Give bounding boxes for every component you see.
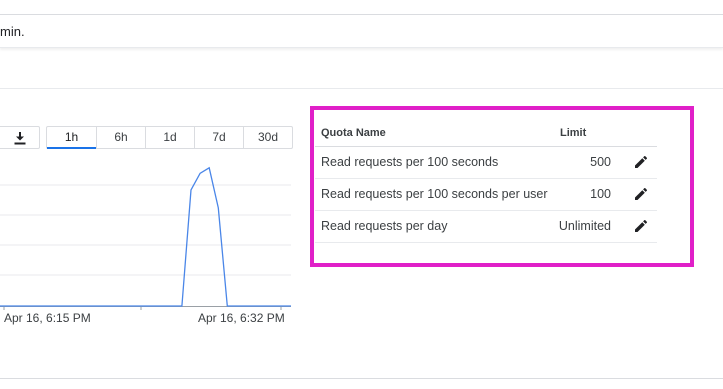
quota-table: Quota Name Limit Read requests per 100 s… [315,120,657,243]
quota-limit: 100 [590,187,611,201]
range-1d-button[interactable]: 1d [145,127,194,148]
pencil-icon[interactable] [633,218,649,234]
quota-name: Read requests per day [321,219,448,233]
range-6h-button[interactable]: 6h [96,127,145,148]
section-divider [0,88,723,89]
table-row: Read requests per 100 seconds per user 1… [315,179,657,211]
quota-table-header: Quota Name Limit [315,120,657,147]
usage-chart-plot [0,166,291,310]
table-row: Read requests per 100 seconds 500 [315,147,657,179]
notice-text: min. [0,24,25,39]
bottom-divider [0,378,723,379]
range-1h-button[interactable]: 1h [47,127,96,149]
quota-limit: 500 [590,155,611,169]
quota-limit: Unlimited [558,219,611,233]
pencil-icon[interactable] [633,186,649,202]
quota-name: Read requests per 100 seconds [321,155,499,169]
x-tick-label-end: Apr 16, 6:32 PM [198,311,285,325]
range-30d-button[interactable]: 30d [243,127,292,148]
limit-header: Limit [560,127,587,139]
usage-chart: Apr 16, 6:15 PM Apr 16, 6:32 PM [0,150,295,330]
quota-name: Read requests per 100 seconds per user [321,187,548,201]
top-bar [0,0,723,15]
range-7d-button[interactable]: 7d [194,127,243,148]
quota-name-header: Quota Name [321,127,386,139]
series-line [0,166,291,307]
download-button[interactable] [0,126,40,149]
notice-banner: min. [0,15,723,48]
download-icon [14,131,25,144]
table-row: Read requests per day Unlimited [315,211,657,243]
pencil-icon[interactable] [633,154,649,170]
time-range-selector: 1h 6h 1d 7d 30d [46,126,293,149]
x-tick-label-start: Apr 16, 6:15 PM [4,311,91,325]
